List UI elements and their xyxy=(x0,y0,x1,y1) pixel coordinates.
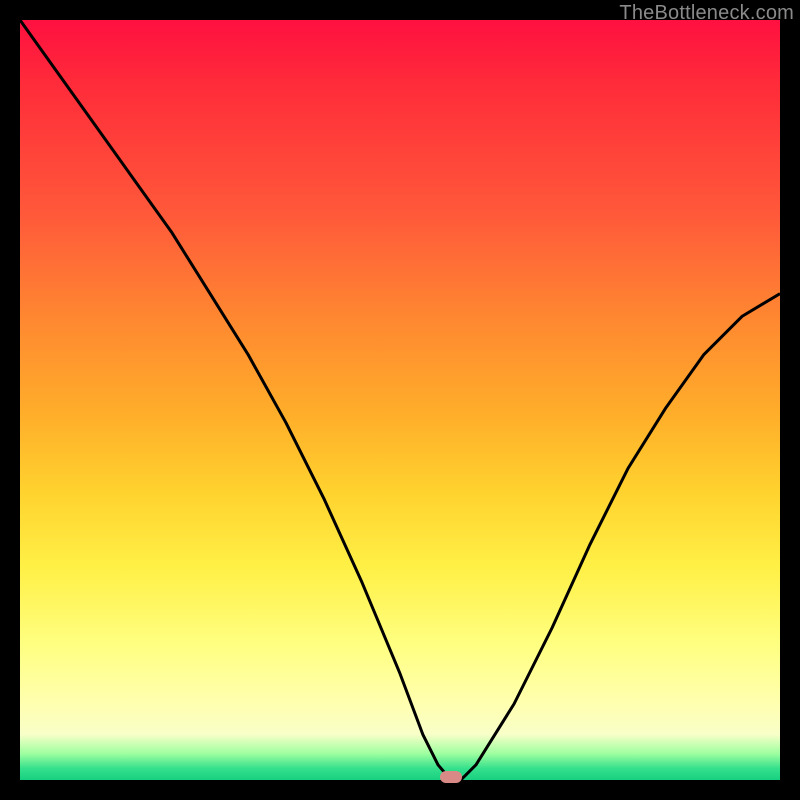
optimum-marker xyxy=(440,771,462,783)
bottleneck-curve xyxy=(20,20,780,780)
plot-area xyxy=(20,20,780,780)
watermark-text: TheBottleneck.com xyxy=(619,2,794,25)
curve-path xyxy=(20,20,780,780)
chart-frame: TheBottleneck.com xyxy=(0,0,800,800)
